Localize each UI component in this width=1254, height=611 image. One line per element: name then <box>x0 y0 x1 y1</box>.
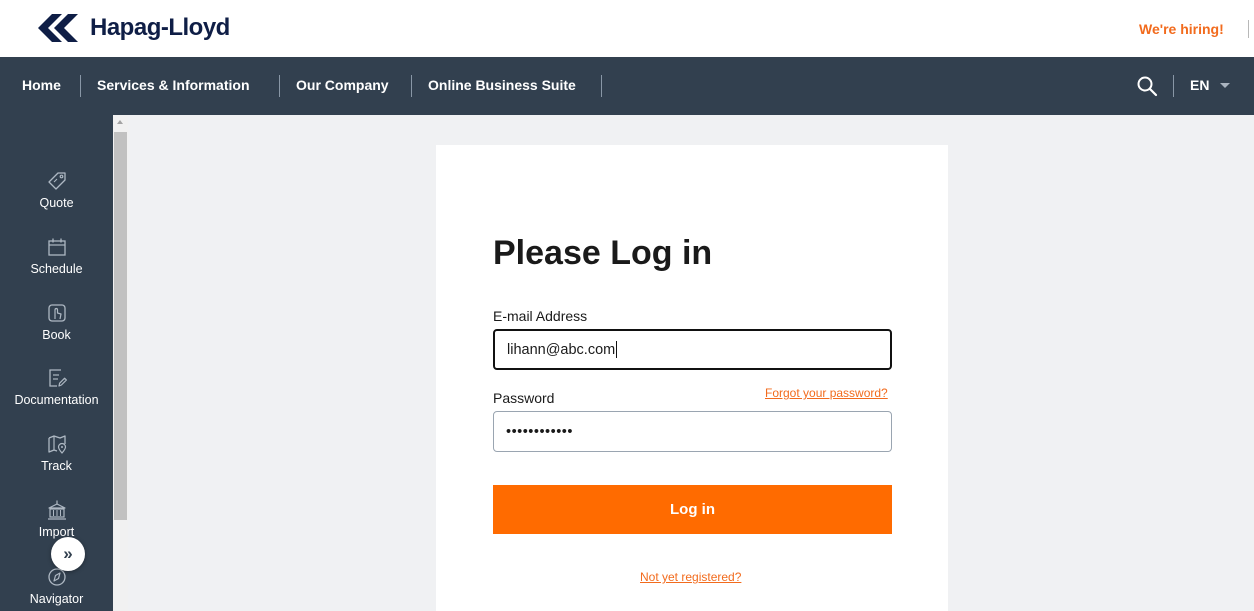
header-divider <box>1248 20 1249 38</box>
password-value: •••••••••••• <box>506 423 573 440</box>
chevron-down-icon[interactable] <box>1220 83 1230 88</box>
nav-separator <box>279 75 280 97</box>
logo-text: Hapag-Lloyd <box>90 14 230 41</box>
sidebar-item-track[interactable]: Track <box>0 433 113 473</box>
double-chevron-right-icon: » <box>63 544 73 563</box>
document-edit-icon <box>48 369 67 387</box>
login-button[interactable]: Log in <box>493 485 892 534</box>
sidebar-item-book[interactable]: Book <box>0 302 113 342</box>
email-label: E-mail Address <box>493 308 588 324</box>
sidebar-item-quote[interactable]: Quote <box>0 170 113 210</box>
sidebar-item-label: Track <box>41 459 72 473</box>
main-content: Please Log in E-mail Address lihann@abc.… <box>128 115 1254 611</box>
map-pin-icon <box>47 435 66 454</box>
expand-sidebar-button[interactable]: » <box>51 537 85 571</box>
scroll-up-arrow-icon[interactable] <box>117 120 123 124</box>
search-icon[interactable] <box>1136 75 1158 97</box>
logo[interactable]: Hapag-Lloyd <box>38 14 230 42</box>
language-selector[interactable]: EN <box>1190 77 1209 93</box>
sidebar-item-label: Book <box>42 328 71 342</box>
sidebar: Quote Schedule Book Documentation Track … <box>0 115 113 611</box>
hiring-link[interactable]: We're hiring! <box>1139 21 1224 37</box>
password-field[interactable]: •••••••••••• <box>493 411 892 452</box>
forgot-password-link[interactable]: Forgot your password? <box>765 386 888 400</box>
nav-item-home[interactable]: Home <box>22 77 61 93</box>
hand-pointer-icon <box>47 304 66 322</box>
tag-icon <box>47 172 66 190</box>
sidebar-item-label: Schedule <box>30 262 83 276</box>
email-field[interactable]: lihann@abc.com <box>493 329 892 370</box>
text-cursor <box>616 341 618 358</box>
email-value: lihann@abc.com <box>507 341 616 358</box>
sidebar-item-import[interactable]: Import <box>0 499 113 539</box>
sidebar-item-schedule[interactable]: Schedule <box>0 236 113 276</box>
nav-separator <box>411 75 412 97</box>
nav-item-services[interactable]: Services & Information <box>97 77 250 93</box>
login-button-label: Log in <box>670 501 715 518</box>
nav-separator <box>80 75 81 97</box>
top-header: Hapag-Lloyd We're hiring! <box>0 0 1254 57</box>
nav-item-our-company[interactable]: Our Company <box>296 77 389 93</box>
sidebar-item-label: Documentation <box>14 393 99 407</box>
building-icon <box>47 500 66 520</box>
main-nav: Home Services & Information Our Company … <box>0 57 1254 115</box>
sidebar-item-label: Navigator <box>29 592 84 606</box>
login-card: Please Log in E-mail Address lihann@abc.… <box>436 145 948 611</box>
nav-separator <box>601 75 602 97</box>
password-label: Password <box>493 390 555 406</box>
nav-item-online-business-suite[interactable]: Online Business Suite <box>428 77 576 93</box>
scrollbar-thumb[interactable] <box>114 132 127 520</box>
sidebar-item-documentation[interactable]: Documentation <box>0 367 113 407</box>
sidebar-item-navigator[interactable]: Navigator <box>0 566 113 606</box>
register-link[interactable]: Not yet registered? <box>640 570 741 584</box>
calendar-icon <box>47 238 66 256</box>
sidebar-scrollbar[interactable] <box>113 115 128 611</box>
nav-separator <box>1173 75 1174 97</box>
page-title: Please Log in <box>493 234 713 272</box>
hapag-lloyd-logo-icon <box>38 14 78 42</box>
sidebar-item-label: Quote <box>39 196 74 210</box>
